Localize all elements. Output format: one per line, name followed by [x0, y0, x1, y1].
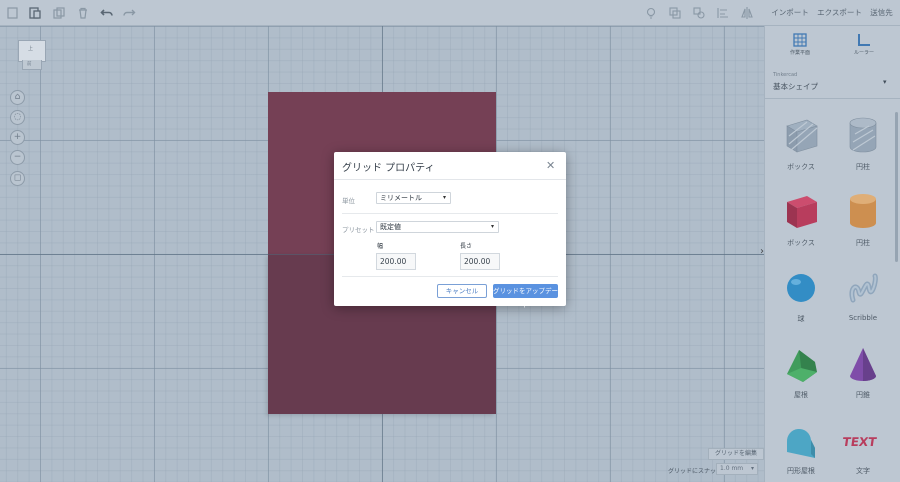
dialog-title: グリッド プロパティ: [342, 163, 435, 174]
preset-value: 既定値: [380, 223, 401, 231]
width-input[interactable]: 200.00: [376, 253, 416, 270]
preset-label: プリセット: [342, 226, 375, 234]
preset-select[interactable]: 既定値 ▾: [376, 221, 499, 233]
close-icon[interactable]: ✕: [546, 159, 555, 172]
update-grid-button[interactable]: グリッドをアップデート: [493, 284, 558, 309]
length-input[interactable]: 200.00: [460, 253, 500, 270]
dialog-divider: [342, 276, 558, 277]
length-label: 長さ: [460, 243, 473, 250]
units-select[interactable]: ミリメートル ▾: [376, 192, 451, 204]
chevron-down-icon: ▾: [442, 194, 446, 201]
dialog-header: グリッド プロパティ ✕: [334, 152, 566, 180]
chevron-down-icon: ▾: [490, 223, 494, 230]
width-label: 幅: [377, 243, 384, 250]
units-label: 単位: [342, 197, 355, 205]
cancel-button[interactable]: キャンセル: [437, 284, 487, 298]
grid-properties-dialog: グリッド プロパティ ✕ 単位 ミリメートル ▾ プリセット 既定値 ▾ 幅 長…: [334, 152, 566, 309]
dialog-divider: [342, 213, 558, 214]
units-value: ミリメートル: [380, 194, 422, 202]
